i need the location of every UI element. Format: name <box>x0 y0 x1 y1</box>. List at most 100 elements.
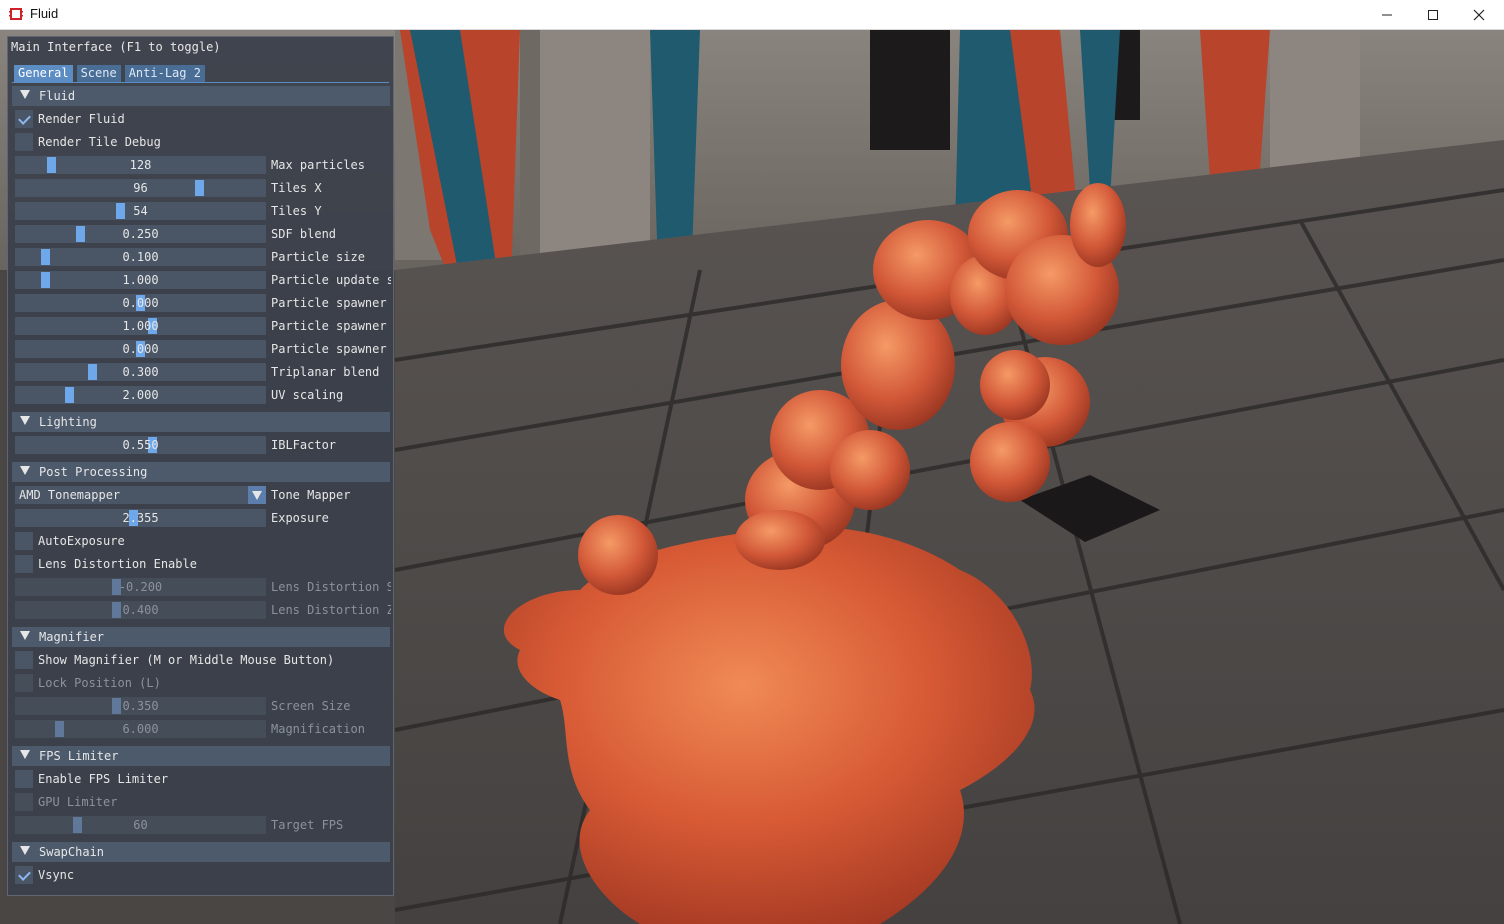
collapse-triangle-icon <box>20 750 30 759</box>
render-fluid-label: Render Fluid <box>38 112 125 126</box>
vsync-label: Vsync <box>38 868 75 882</box>
screen-size-slider[interactable]: 0.350 <box>15 697 266 715</box>
exposure-label: Exposure <box>271 511 329 525</box>
particle-size-slider[interactable]: 0.100 <box>15 248 266 266</box>
sdf-blend-row: 0.250 SDF blend <box>12 224 390 244</box>
slider-value: 0.000 <box>122 342 159 356</box>
lens-distortion-s-slider[interactable]: -0.200 <box>15 578 266 596</box>
tab-general[interactable]: General <box>14 65 73 82</box>
window-title-bar[interactable]: Fluid <box>0 0 1504 30</box>
enable-fps-limiter-checkbox[interactable] <box>15 770 33 788</box>
slider-value: 2.355 <box>122 511 159 525</box>
collapse-triangle-icon <box>20 90 30 99</box>
minimize-button[interactable] <box>1364 0 1410 30</box>
maximize-button[interactable] <box>1410 0 1456 30</box>
fps-limiter-header-label: FPS Limiter <box>39 749 119 763</box>
exposure-row: 2.355 Exposure <box>12 508 390 528</box>
particle-spawner-1-label: Particle spawner <box>271 296 387 310</box>
slider-value: 60 <box>133 818 148 832</box>
triplanar-blend-slider[interactable]: 0.300 <box>15 363 266 381</box>
checkmark-icon <box>18 868 31 881</box>
fps-limiter-header[interactable]: FPS Limiter <box>12 746 390 766</box>
render-tile-debug-label: Render Tile Debug <box>38 135 161 149</box>
ibl-factor-row: 0.550 IBLFactor <box>12 435 390 455</box>
tiles-y-label: Tiles Y <box>271 204 322 218</box>
lens-distortion-enable-label: Lens Distortion Enable <box>38 557 197 571</box>
close-button[interactable] <box>1456 0 1502 30</box>
uv-scaling-label: UV scaling <box>271 388 344 402</box>
fluid-header-label: Fluid <box>39 89 76 103</box>
slider-value: 0.300 <box>122 365 159 379</box>
target-fps-row: 60 Target FPS <box>12 815 390 835</box>
swapchain-header[interactable]: SwapChain <box>12 842 390 862</box>
exposure-slider[interactable]: 2.355 <box>15 509 266 527</box>
tab-anti-lag-2[interactable]: Anti-Lag 2 <box>124 65 205 82</box>
checkmark-icon <box>18 112 31 125</box>
ibl-factor-label: IBLFactor <box>271 438 337 452</box>
tab-scene[interactable]: Scene <box>76 65 121 82</box>
particle-update-label: Particle update s <box>271 273 391 287</box>
combo-arrow-button[interactable] <box>248 486 266 504</box>
triplanar-blend-row: 0.300 Triplanar blend <box>12 362 390 382</box>
tiles-y-row: 54 Tiles Y <box>12 201 390 221</box>
slider-value: 0.350 <box>122 699 159 713</box>
fluid-header[interactable]: Fluid <box>12 86 390 106</box>
uv-scaling-row: 2.000 UV scaling <box>12 385 390 405</box>
magnification-slider[interactable]: 6.000 <box>15 720 266 738</box>
particle-spawner-3-row: 0.000 Particle spawner <box>12 339 390 359</box>
render-tile-debug-checkbox[interactable] <box>15 133 33 151</box>
show-magnifier-label: Show Magnifier (M or Middle Mouse Button… <box>38 653 335 667</box>
slider-value: 6.000 <box>122 722 159 736</box>
ibl-factor-slider[interactable]: 0.550 <box>15 436 266 454</box>
vsync-checkbox[interactable] <box>15 866 33 884</box>
magnifier-header[interactable]: Magnifier <box>12 627 390 647</box>
particle-spawner-1-slider[interactable]: 0.000 <box>15 294 266 312</box>
max-particles-row: 128 Max particles <box>12 155 390 175</box>
screen-size-row: 0.350 Screen Size <box>12 696 390 716</box>
lock-position-checkbox[interactable] <box>15 674 33 692</box>
slider-value: 0.250 <box>122 227 159 241</box>
lighting-header[interactable]: Lighting <box>12 412 390 432</box>
lens-distortion-enable-checkbox[interactable] <box>15 555 33 573</box>
enable-fps-limiter-row: Enable FPS Limiter <box>12 769 390 789</box>
particle-size-row: 0.100 Particle size <box>12 247 390 267</box>
render-fluid-checkbox[interactable] <box>15 110 33 128</box>
lighting-header-label: Lighting <box>39 415 97 429</box>
show-magnifier-checkbox[interactable] <box>15 651 33 669</box>
particle-size-label: Particle size <box>271 250 365 264</box>
chevron-down-icon <box>252 491 262 500</box>
close-icon <box>1473 9 1485 21</box>
magnifier-header-label: Magnifier <box>39 630 105 644</box>
minimize-icon <box>1382 14 1392 16</box>
tone-mapper-combo[interactable]: AMD Tonemapper <box>15 486 266 504</box>
tiles-x-label: Tiles X <box>271 181 322 195</box>
slider-value: 0.000 <box>122 296 159 310</box>
maximize-icon <box>1428 10 1438 20</box>
auto-exposure-label: AutoExposure <box>38 534 125 548</box>
max-particles-slider[interactable]: 128 <box>15 156 266 174</box>
particle-spawner-2-slider[interactable]: 1.000 <box>15 317 266 335</box>
slider-value: 96 <box>133 181 148 195</box>
tiles-x-slider[interactable]: 96 <box>15 179 266 197</box>
particle-update-slider[interactable]: 1.000 <box>15 271 266 289</box>
tab-bar: General Scene Anti-Lag 2 <box>14 65 205 82</box>
collapse-triangle-icon <box>20 631 30 640</box>
lens-distortion-z-label: Lens Distortion Z <box>271 603 391 617</box>
particle-spawner-3-label: Particle spawner <box>271 342 387 356</box>
uv-scaling-slider[interactable]: 2.000 <box>15 386 266 404</box>
collapse-triangle-icon <box>20 466 30 475</box>
lock-position-label: Lock Position (L) <box>38 676 161 690</box>
auto-exposure-checkbox[interactable] <box>15 532 33 550</box>
gpu-limiter-checkbox[interactable] <box>15 793 33 811</box>
tiles-y-slider[interactable]: 54 <box>15 202 266 220</box>
sdf-blend-slider[interactable]: 0.250 <box>15 225 266 243</box>
lens-distortion-z-slider[interactable]: 0.400 <box>15 601 266 619</box>
post-processing-header[interactable]: Post Processing <box>12 462 390 482</box>
screen-size-label: Screen Size <box>271 699 351 713</box>
main-interface-panel[interactable]: Main Interface (F1 to toggle) General Sc… <box>7 36 394 896</box>
lens-distortion-z-row: 0.400 Lens Distortion Z <box>12 600 391 620</box>
target-fps-slider[interactable]: 60 <box>15 816 266 834</box>
window-title: Fluid <box>30 6 59 21</box>
lens-distortion-enable-row: Lens Distortion Enable <box>12 554 390 574</box>
particle-spawner-3-slider[interactable]: 0.000 <box>15 340 266 358</box>
